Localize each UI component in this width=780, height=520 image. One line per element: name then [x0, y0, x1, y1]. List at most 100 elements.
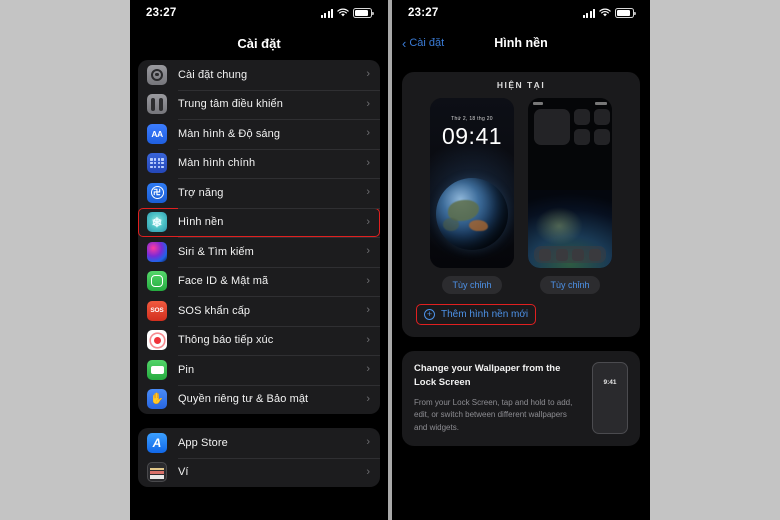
row-label: Thông báo tiếp xúc: [178, 334, 274, 347]
sidebar-item-accessibility[interactable]: ࿖ Trợ năng ›: [138, 178, 380, 208]
battery-icon: [615, 8, 636, 18]
status-indicators: [321, 8, 374, 18]
section-header-current: HIỆN TẠI: [496, 80, 546, 90]
settings-group-store: A App Store › Ví ›: [138, 428, 380, 487]
hand-glyph: ✋: [150, 392, 164, 405]
signal-bars-icon: [583, 8, 595, 18]
accessibility-glyph: ࿖: [150, 186, 164, 200]
chevron-right-icon: ›: [366, 436, 370, 449]
row-label: App Store: [178, 436, 228, 449]
chevron-right-icon: ›: [366, 68, 370, 81]
display-aa-icon: AA: [147, 123, 167, 144]
home-widget-placeholder: [534, 109, 570, 145]
left-phone-settings-screen: 23:27 Cài đặt Cài đặt chung › Trung tâm …: [130, 0, 388, 520]
right-phone-wallpaper-screen: 23:27 ‹ Cài đặt Hình nền HIỆN TẠI Thứ 2,…: [392, 0, 650, 520]
sos-icon: SOS: [147, 300, 167, 321]
page-title: Hình nền: [494, 36, 548, 50]
sidebar-item-wallpaper[interactable]: ❄ Hình nền ›: [138, 207, 380, 237]
row-label: Trung tâm điều khiển: [178, 98, 283, 111]
gear-icon: [147, 64, 167, 85]
row-label: Hình nền: [178, 216, 224, 229]
add-wallpaper-wrap: + Thêm hình nền mới: [412, 304, 630, 325]
row-label: Pin: [178, 363, 195, 376]
accessibility-icon: ࿖: [147, 182, 167, 203]
sidebar-item-control-center[interactable]: Trung tâm điều khiển ›: [138, 89, 380, 120]
row-label: Ví: [178, 466, 189, 479]
home-dock: [534, 246, 606, 263]
chevron-right-icon: ›: [366, 333, 370, 346]
tip-title: Change your Wallpaper from the Lock Scre…: [414, 363, 561, 388]
sidebar-item-siri-search[interactable]: Siri & Tìm kiếm ›: [138, 237, 380, 267]
row-label: Màn hình chính: [178, 157, 256, 170]
signal-bars-icon: [321, 8, 333, 18]
status-time: 23:27: [408, 7, 439, 19]
sidebar-item-app-store[interactable]: A App Store ›: [138, 428, 380, 458]
wallpaper-icon: ❄: [147, 212, 167, 233]
row-label: Siri & Tìm kiếm: [178, 245, 254, 258]
wifi-icon: [599, 8, 611, 17]
face-id-icon: [147, 271, 167, 292]
exposure-icon: [147, 330, 167, 351]
tip-phone-illustration: 9:41: [592, 362, 628, 434]
chevron-right-icon: ›: [366, 465, 370, 478]
status-time: 23:27: [146, 7, 177, 19]
home-screen-preview[interactable]: [528, 98, 612, 268]
screenshot-stage: 23:27 Cài đặt Cài đặt chung › Trung tâm …: [0, 0, 780, 520]
wallpaper-tip-card: Change your Wallpaper from the Lock Scre…: [402, 351, 640, 446]
chevron-right-icon: ›: [366, 127, 370, 140]
sidebar-item-privacy-security[interactable]: ✋ Quyền riêng tư & Bảo mật ›: [138, 384, 380, 415]
siri-icon: [147, 241, 167, 262]
plus-circle-icon: +: [424, 309, 435, 320]
sidebar-item-general[interactable]: Cài đặt chung ›: [138, 60, 380, 90]
lock-screen-date: Thứ 2, 18 thg 20: [451, 116, 493, 122]
chevron-right-icon: ›: [366, 215, 370, 228]
sidebar-item-exposure-notifications[interactable]: Thông báo tiếp xúc ›: [138, 325, 380, 356]
app-store-icon: A: [147, 432, 167, 453]
row-label: Cài đặt chung: [178, 68, 248, 81]
home-preview-status-bar: [533, 101, 607, 106]
row-label: Trợ năng: [178, 186, 224, 199]
privacy-hand-icon: ✋: [147, 389, 167, 410]
home-screen-icon: [147, 153, 167, 174]
chevron-left-icon: ‹: [402, 35, 407, 51]
lock-screen-preview-column: Thứ 2, 18 thg 20 09:41 Tùy chỉnh: [430, 98, 514, 294]
settings-nav-title: Cài đặt: [130, 26, 388, 60]
battery-icon: [353, 8, 374, 18]
chevron-right-icon: ›: [366, 363, 370, 376]
row-label: Quyền riêng tư & Bảo mật: [178, 393, 309, 406]
wallpaper-nav-bar: ‹ Cài đặt Hình nền: [392, 26, 650, 60]
add-new-wallpaper-button[interactable]: + Thêm hình nền mới: [416, 304, 537, 325]
left-status-bar: 23:27: [130, 0, 388, 26]
tip-phone-time: 9:41: [603, 379, 617, 386]
settings-group-main: Cài đặt chung › Trung tâm điều khiển › A…: [138, 60, 380, 414]
lock-screen-preview[interactable]: Thứ 2, 18 thg 20 09:41: [430, 98, 514, 268]
right-status-bar: 23:27: [392, 0, 650, 26]
customize-home-button[interactable]: Tùy chỉnh: [540, 276, 600, 294]
wallpaper-glyph: ❄: [151, 214, 163, 230]
sidebar-item-face-id[interactable]: Face ID & Mật mã ›: [138, 266, 380, 297]
chevron-right-icon: ›: [366, 274, 370, 287]
settings-list: Cài đặt chung › Trung tâm điều khiển › A…: [130, 60, 388, 487]
sidebar-item-emergency-sos[interactable]: SOS SOS khẩn cấp ›: [138, 296, 380, 326]
add-new-wallpaper-label: Thêm hình nền mới: [441, 309, 529, 320]
back-button[interactable]: ‹ Cài đặt: [402, 37, 444, 50]
wallet-icon: [147, 462, 167, 483]
chevron-right-icon: ›: [366, 304, 370, 317]
earth-graphic: [436, 178, 508, 250]
home-app-grid-top: [574, 109, 610, 145]
chevron-right-icon: ›: [366, 97, 370, 110]
chevron-right-icon: ›: [366, 186, 370, 199]
battery-settings-icon: [147, 359, 167, 380]
wallpaper-previews: Thứ 2, 18 thg 20 09:41 Tùy chỉnh Tùy chỉ…: [412, 98, 630, 294]
sidebar-item-wallet[interactable]: Ví ›: [138, 457, 380, 488]
lock-screen-time: 09:41: [441, 123, 503, 149]
sidebar-item-display-brightness[interactable]: AA Màn hình & Độ sáng ›: [138, 119, 380, 149]
chevron-right-icon: ›: [366, 245, 370, 258]
sidebar-item-home-screen[interactable]: Màn hình chính ›: [138, 148, 380, 179]
sidebar-item-battery[interactable]: Pin ›: [138, 355, 380, 385]
home-screen-preview-column: Tùy chỉnh: [528, 98, 612, 294]
back-button-label: Cài đặt: [409, 37, 445, 49]
chevron-right-icon: ›: [366, 156, 370, 169]
row-label: SOS khẩn cấp: [178, 304, 251, 317]
customize-lock-button[interactable]: Tùy chỉnh: [442, 276, 502, 294]
